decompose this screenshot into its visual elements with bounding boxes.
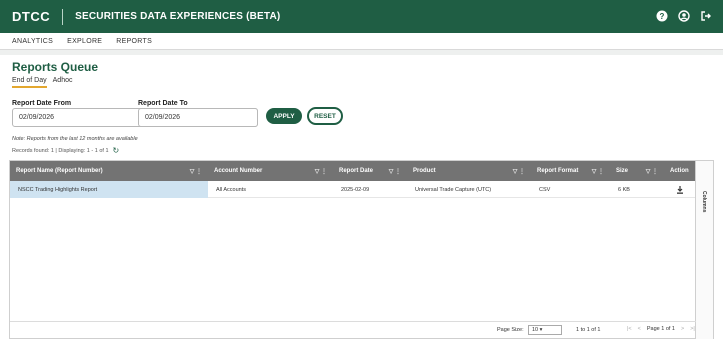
column-label: Report Date (339, 168, 374, 174)
svg-text:?: ? (660, 12, 665, 21)
columns-panel-label: Columns (701, 191, 707, 213)
availability-note: Note: Reports from the last 12 months ar… (12, 136, 138, 142)
app-header: DTCC SECURITIES DATA EXPERIENCES (BETA) … (0, 0, 723, 33)
records-count: Records found: 1 | Displaying: 1 - 1 of … (12, 147, 109, 154)
report-tabs: End of Day Adhoc (12, 77, 73, 88)
reset-button[interactable]: RESET (307, 107, 343, 125)
pager-controls: |< < Page 1 of 1 > >| (627, 326, 695, 332)
page-indicator: Page 1 of 1 (646, 326, 675, 332)
column-report-format[interactable]: Report Format ▽ ⋮ (531, 161, 610, 181)
filter-icon[interactable]: ▽ ⋮ (389, 168, 401, 175)
page-title: Reports Queue (12, 60, 99, 74)
first-page-icon[interactable]: |< (627, 326, 632, 332)
tab-end-of-day[interactable]: End of Day (12, 77, 47, 88)
help-icon[interactable]: ? (655, 9, 669, 23)
filter-icon[interactable]: ▽ ⋮ (315, 168, 327, 175)
nav-explore[interactable]: EXPLORE (67, 38, 102, 45)
pagination-bar: Page Size: 10 ▾ 1 to 1 of 1 |< < Page 1 … (10, 321, 696, 338)
app-title: SECURITIES DATA EXPERIENCES (BETA) (75, 11, 281, 22)
column-label: Report Name (Report Number) (16, 168, 103, 174)
page-size-value: 10 (532, 327, 539, 333)
filter-icon[interactable]: ▽ ⋮ (592, 168, 604, 175)
last-page-icon[interactable]: >| (690, 326, 695, 332)
section-divider (0, 50, 723, 55)
nav-reports[interactable]: REPORTS (116, 38, 152, 45)
column-label: Product (413, 168, 436, 174)
tab-adhoc[interactable]: Adhoc (53, 77, 73, 88)
filter-icon[interactable]: ▽ ⋮ (190, 168, 202, 175)
column-label: Action (670, 168, 689, 174)
page-size-label: Page Size: (497, 327, 524, 333)
filter-icon[interactable]: ▽ ⋮ (646, 168, 658, 175)
column-size[interactable]: Size ▽ ⋮ (610, 161, 664, 181)
refresh-icon[interactable]: ↻ (113, 146, 120, 155)
reports-grid: Report Name (Report Number) ▽ ⋮ Account … (9, 160, 714, 339)
cell-report-name[interactable]: NSCC Trading Highlights Report (10, 181, 208, 198)
column-label: Account Number (214, 168, 263, 174)
column-label: Report Format (537, 168, 579, 174)
report-date-to-label: Report Date To (138, 100, 188, 107)
prev-page-icon[interactable]: < (638, 326, 641, 332)
logout-icon[interactable] (699, 9, 713, 23)
cell-size: 6 KB (618, 186, 630, 193)
column-product[interactable]: Product ▽ ⋮ (407, 161, 531, 181)
header-actions: ? (655, 9, 713, 23)
column-account-number[interactable]: Account Number ▽ ⋮ (208, 161, 333, 181)
nav-analytics[interactable]: ANALYTICS (12, 38, 53, 45)
column-report-date[interactable]: Report Date ▽ ⋮ (333, 161, 407, 181)
main-nav: ANALYTICS EXPLORE REPORTS (0, 33, 723, 50)
page-size-select[interactable]: 10 ▾ (528, 325, 562, 335)
table-row[interactable]: NSCC Trading Highlights Report All Accou… (10, 181, 696, 198)
cell-report-date: 2025-02-09 (341, 186, 370, 193)
apply-button[interactable]: APPLY (266, 108, 302, 124)
records-summary: Records found: 1 | Displaying: 1 - 1 of … (12, 146, 119, 155)
header-divider (62, 8, 64, 25)
cell-product: Universal Trade Capture (UTC) (415, 186, 492, 193)
user-icon[interactable] (677, 9, 691, 23)
filter-icon[interactable]: ▽ ⋮ (513, 168, 525, 175)
column-action[interactable]: Action (664, 161, 696, 181)
cell-account-number: All Accounts (216, 186, 246, 193)
columns-panel-toggle[interactable]: Columns (695, 161, 713, 339)
grid-header: Report Name (Report Number) ▽ ⋮ Account … (10, 161, 696, 181)
report-date-from-label: Report Date From (12, 100, 72, 107)
dtcc-logo[interactable]: DTCC (12, 9, 50, 24)
column-label: Size (616, 168, 629, 174)
download-icon[interactable] (664, 181, 696, 198)
report-date-to-input[interactable]: 02/09/2026 (138, 108, 258, 127)
cell-report-format: CSV (539, 186, 551, 193)
column-report-name[interactable]: Report Name (Report Number) ▽ ⋮ (10, 161, 208, 181)
row-range: 1 to 1 of 1 (576, 327, 601, 333)
next-page-icon[interactable]: > (681, 326, 684, 332)
